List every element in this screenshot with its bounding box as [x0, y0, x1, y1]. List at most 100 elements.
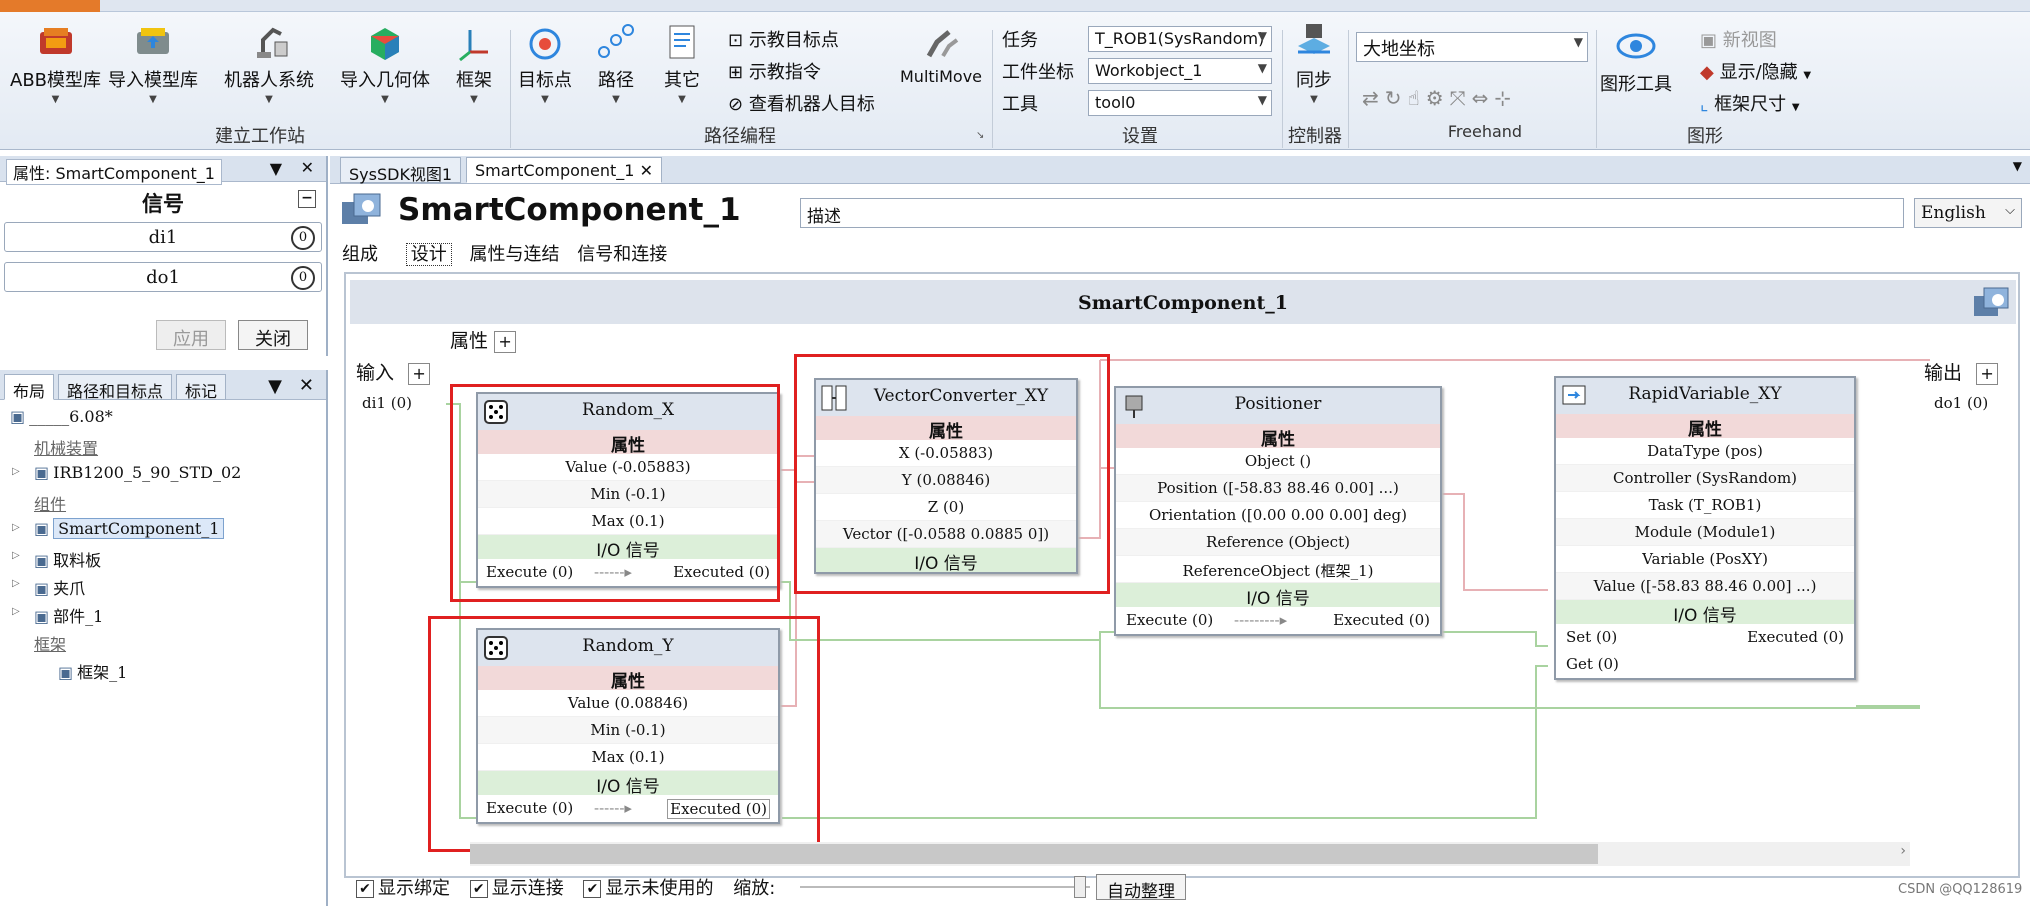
- view-robot-target-button[interactable]: ⊘ 查看机器人目标: [728, 90, 875, 116]
- executed-signal[interactable]: Executed (0): [1333, 611, 1430, 629]
- tree-item[interactable]: ▣ 框架_1: [4, 656, 326, 684]
- show-bindings-checkbox[interactable]: ✔ 显示绑定: [356, 878, 450, 899]
- tree-item[interactable]: ▷ ▣ 取料板: [4, 544, 326, 572]
- target-button[interactable]: 目标点 ▼: [518, 22, 572, 105]
- property-row[interactable]: Object (): [1116, 448, 1440, 475]
- property-row[interactable]: Position ([-58.83 88.46 0.00] ...): [1116, 475, 1440, 502]
- path-button[interactable]: 路径 ▼: [594, 22, 638, 105]
- close-icon[interactable]: ✕: [299, 375, 314, 396]
- pin-icon[interactable]: ▼: [268, 376, 282, 397]
- input-signal-di1[interactable]: di1 (0): [362, 394, 412, 412]
- tab-paths-targets[interactable]: 路径和目标点: [58, 374, 173, 401]
- zoom-slider-thumb[interactable]: [1074, 876, 1086, 898]
- add-input-button[interactable]: +: [408, 363, 431, 385]
- tree-group-header: 组件: [34, 495, 67, 514]
- robot-system-button[interactable]: 机器人系统 ▼: [224, 22, 314, 105]
- abb-library-button[interactable]: ABB模型库 ▼: [10, 22, 101, 105]
- executed-signal[interactable]: Executed (0): [1747, 628, 1844, 646]
- teach-instruction-button[interactable]: ⊞ 示教指令: [728, 58, 821, 84]
- frame-size-button[interactable]: ⌞ 框架尺寸 ▼: [1700, 90, 1800, 116]
- tab-properties-bindings[interactable]: 属性与连结: [469, 244, 559, 265]
- graphic-tools-button[interactable]: 图形工具: [1600, 26, 1672, 96]
- property-row[interactable]: Reference (Object): [1116, 529, 1440, 556]
- property-row[interactable]: Controller (SysRandom): [1556, 465, 1854, 492]
- freehand-reference-select[interactable]: 大地坐标 ▼: [1356, 32, 1588, 62]
- property-row[interactable]: Module (Module1): [1556, 519, 1854, 546]
- signal-row-do1[interactable]: do1 0: [4, 262, 322, 292]
- tab-menu-icon[interactable]: ▼: [2013, 159, 2022, 173]
- workobject-select[interactable]: Workobject_1 ▼: [1088, 58, 1272, 84]
- expand-icon[interactable]: ▷: [12, 550, 20, 561]
- freehand-tools-icons[interactable]: ⇄↻☝⚙⤧⇔⊹: [1362, 86, 1517, 110]
- import-geometry-button[interactable]: 导入几何体 ▼: [340, 22, 430, 105]
- tree-item[interactable]: ▷ ▣ IRB1200_5_90_STD_02: [4, 460, 326, 488]
- sync-button[interactable]: 同步 ▼: [1292, 22, 1336, 105]
- tab-design[interactable]: 设计: [405, 243, 452, 266]
- frame-button[interactable]: 框架 ▼: [452, 22, 496, 105]
- tree-item[interactable]: ▷ ▣ SmartComponent_1: [4, 516, 326, 544]
- tree-item[interactable]: ▣ _____6.08*: [4, 404, 326, 432]
- execute-signal[interactable]: Execute (0): [1126, 611, 1213, 629]
- expand-icon[interactable]: ▷: [12, 522, 20, 533]
- close-button[interactable]: 关闭: [238, 320, 308, 350]
- tree-item[interactable]: ▷ ▣ 部件_1: [4, 600, 326, 628]
- sync-icon: [1298, 24, 1330, 54]
- description-field[interactable]: 描述: [800, 198, 1904, 228]
- property-row[interactable]: Orientation ([0.00 0.00 0.00] deg): [1116, 502, 1440, 529]
- expand-icon[interactable]: ▷: [12, 606, 20, 617]
- tab-syssdk-view[interactable]: SysSDK视图1: [340, 157, 462, 184]
- property-row[interactable]: Variable (PosXY): [1556, 546, 1854, 573]
- block-header: Positioner: [1116, 388, 1440, 424]
- import-library-button[interactable]: 导入模型库 ▼: [108, 22, 198, 105]
- property-row[interactable]: Task (T_ROB1): [1556, 492, 1854, 519]
- tab-tags[interactable]: 标记: [176, 374, 227, 401]
- layout-panel: 布局 路径和目标点 标记 ▼ ✕ ▣ _____6.08* 机械装置 ▷ ▣ IRB120…: [0, 370, 328, 906]
- output-signal-do1[interactable]: do1 (0): [1934, 394, 1988, 412]
- close-icon[interactable]: ✕: [640, 161, 653, 180]
- other-button[interactable]: 其它 ▼: [660, 22, 704, 105]
- auto-arrange-button[interactable]: 自动整理: [1096, 874, 1186, 902]
- tool-select[interactable]: tool0 ▼: [1088, 90, 1272, 116]
- tab-composition[interactable]: 组成: [342, 244, 378, 265]
- show-unused-checkbox[interactable]: ✔ 显示未使用的: [583, 878, 713, 899]
- multimove-button[interactable]: MultiMove: [900, 22, 982, 87]
- apply-button[interactable]: 应用: [156, 320, 226, 350]
- group-launcher-icon[interactable]: ↘: [976, 130, 984, 141]
- tab-layout[interactable]: 布局: [4, 374, 55, 401]
- block-positioner[interactable]: Positioner 属性 Object () Position ([-58.8…: [1114, 386, 1442, 636]
- scrollbar-thumb[interactable]: [470, 844, 1598, 864]
- show-hide-button[interactable]: ◆ 显示/隐藏 ▼: [1700, 58, 1811, 84]
- expand-icon[interactable]: ▷: [12, 578, 20, 589]
- task-select[interactable]: T_ROB1(SysRandom) ▼: [1088, 26, 1272, 52]
- collapse-icon[interactable]: −: [298, 190, 316, 208]
- property-row[interactable]: ReferenceObject (框架_1): [1116, 556, 1440, 583]
- tab-signals-connections[interactable]: 信号和连接: [577, 244, 667, 265]
- show-connections-checkbox[interactable]: ✔ 显示连接: [469, 878, 564, 899]
- zoom-slider-track[interactable]: [800, 886, 1090, 888]
- signal-row-di1[interactable]: di1 0: [4, 222, 322, 252]
- set-signal[interactable]: Set (0): [1566, 628, 1617, 646]
- signals-section: 信号 −: [0, 182, 326, 216]
- get-signal[interactable]: Get (0): [1566, 655, 1619, 673]
- file-tab[interactable]: [0, 0, 100, 12]
- property-row[interactable]: DataType (pos): [1556, 438, 1854, 465]
- pin-icon[interactable]: ▼: [270, 159, 282, 178]
- add-output-button[interactable]: +: [1976, 363, 1999, 385]
- property-row[interactable]: Value ([-58.83 88.46 0.00] ...): [1556, 573, 1854, 600]
- signal-toggle-di1[interactable]: 0: [291, 226, 315, 250]
- teach-target-button[interactable]: ⊡ 示教目标点: [728, 26, 839, 52]
- add-property-button[interactable]: +: [494, 331, 517, 353]
- new-view-button[interactable]: ▣ 新视图: [1700, 26, 1777, 52]
- language-select[interactable]: English ⌵: [1914, 198, 2022, 228]
- tree-item[interactable]: ▷ ▣ 夹爪: [4, 572, 326, 600]
- expand-icon[interactable]: ▷: [12, 466, 20, 477]
- close-icon[interactable]: ✕: [301, 158, 314, 177]
- group-freehand: Freehand: [1447, 122, 1523, 141]
- tab-smartcomponent[interactable]: SmartComponent_1 ✕: [466, 157, 662, 183]
- io-row: Execute (0) ---------▸ Executed (0): [1126, 611, 1430, 629]
- horizontal-scrollbar[interactable]: ›: [470, 842, 1910, 866]
- signal-toggle-do1[interactable]: 0: [291, 266, 315, 290]
- block-rapid-variable[interactable]: RapidVariable_XY 属性 DataType (pos) Contr…: [1554, 376, 1856, 680]
- scroll-right-icon[interactable]: ›: [1900, 843, 1906, 859]
- eraser-icon: ◆: [1700, 62, 1714, 83]
